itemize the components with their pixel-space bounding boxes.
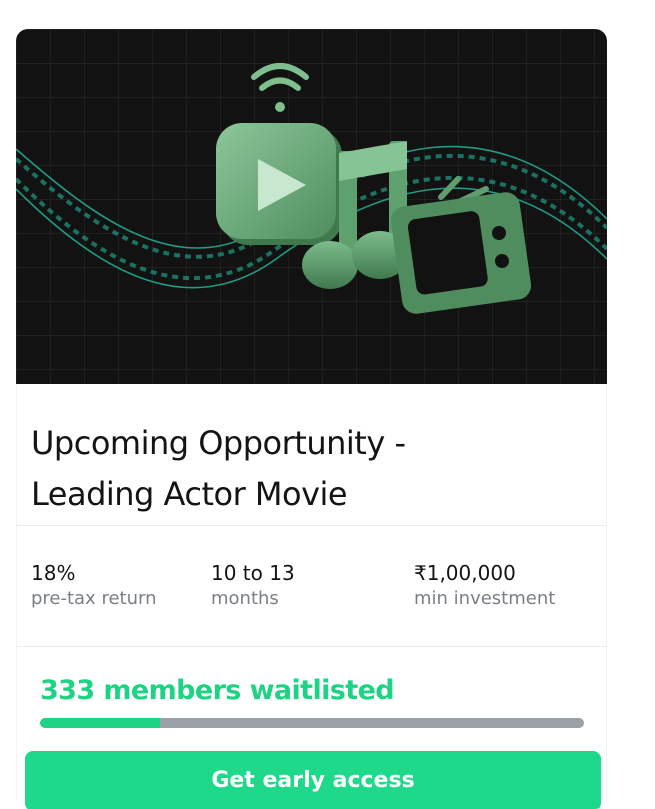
hero-illustration [16,63,607,314]
stat-label: pre-tax return [31,588,157,609]
stat-value: 18% [31,561,76,585]
title-line-2: Leading Actor Movie [31,475,348,513]
stat-label: months [211,588,279,609]
title-section: Upcoming Opportunity - Leading Actor Mov… [16,384,607,526]
stat-value: 10 to 13 [211,561,295,585]
opportunity-title: Upcoming Opportunity - Leading Actor Mov… [31,418,571,520]
waitlist-progress-fill [40,718,160,728]
stat-return: 18% pre-tax return [31,560,157,612]
stat-min-investment: ₹1,00,000 min investment [414,560,555,612]
stat-duration: 10 to 13 months [211,560,295,612]
hero-image [16,29,607,384]
title-line-1: Upcoming Opportunity - [31,424,406,462]
stats-section: 18% pre-tax return 10 to 13 months ₹1,00… [16,526,607,647]
opportunity-card[interactable]: Upcoming Opportunity - Leading Actor Mov… [16,29,607,809]
tv-icon [390,176,532,314]
waitlist-section: 333 members waitlisted Get early access [16,647,607,809]
waitlist-progress-bar [40,718,584,728]
stat-value: ₹1,00,000 [414,561,516,585]
wifi-icon [251,63,309,112]
stat-label: min investment [414,588,556,609]
play-icon [216,123,342,245]
waitlist-count: 333 members waitlisted [40,675,395,706]
get-early-access-button[interactable]: Get early access [25,751,601,809]
